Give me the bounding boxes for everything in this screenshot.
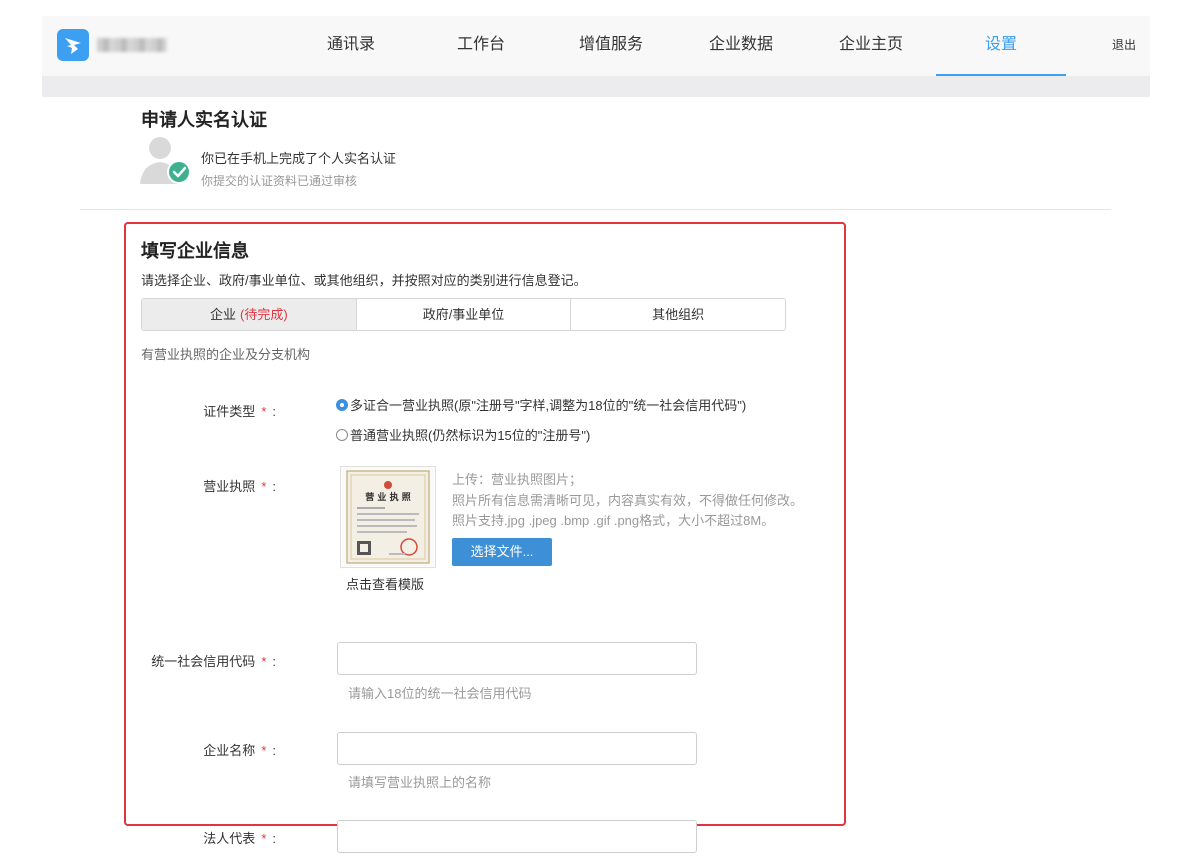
credit-code-label: 统一社会信用代码 *: (151, 654, 276, 669)
upload-instruction-1: 上传：营业执照图片； (452, 472, 583, 487)
credit-code-hint: 请输入18位的统一社会信用代码 (348, 686, 532, 701)
nav-enterprise-homepage[interactable]: 企业主页 (828, 16, 914, 74)
license-label: 营业执照 *: (203, 479, 276, 494)
cert-type-label: 证件类型 *: (203, 404, 276, 419)
radio-checked[interactable] (336, 398, 348, 411)
credit-code-input[interactable] (337, 642, 697, 675)
choose-file-button[interactable]: 选择文件... (452, 538, 552, 566)
nav-settings[interactable]: 设置 (936, 16, 1066, 76)
license-template-thumbnail[interactable]: 营 业 执 照 (340, 466, 436, 568)
tab-government[interactable]: 政府/事业单位 (356, 299, 572, 330)
radio-unchecked[interactable] (336, 428, 348, 441)
cert-type-option-multi[interactable]: 多证合一营业执照(原"注册号"字样,调整为18位的"统一社会信用代码") (336, 395, 746, 414)
logout-link[interactable]: 退出 (1112, 16, 1136, 74)
company-name-label: 企业名称 *: (203, 743, 276, 758)
section-divider (80, 209, 1111, 210)
nav-enterprise-data[interactable]: 企业数据 (698, 16, 784, 74)
company-name-hint: 请填写营业执照上的名称 (348, 775, 492, 790)
tab-enterprise[interactable]: 企业 (待完成) (142, 299, 357, 330)
nav-contacts[interactable]: 通讯录 (308, 16, 394, 74)
header-shadow-band (42, 76, 1150, 97)
legal-rep-label: 法人代表 *: (203, 831, 276, 846)
avatar (140, 134, 192, 186)
license-thumb-title: 营 业 执 照 (365, 491, 410, 503)
org-type-tabs: 企业 (待完成) 政府/事业单位 其他组织 (141, 298, 786, 331)
view-template-link[interactable]: 点击查看模版 (346, 574, 424, 593)
verified-user-icon (140, 137, 191, 184)
nav-workbench[interactable]: 工作台 (438, 16, 524, 74)
tab-enterprise-label: 企业 (209, 307, 236, 322)
required-mark: * (261, 404, 267, 419)
company-name-blurred (97, 38, 167, 52)
company-name-input[interactable] (337, 732, 697, 765)
applicant-section-title: 申请人实名认证 (141, 110, 267, 130)
license-document-icon: 营 业 执 照 (346, 470, 430, 564)
tab-other-org[interactable]: 其他组织 (571, 299, 785, 330)
enterprise-section-title: 填写企业信息 (141, 241, 249, 261)
nav-value-added-services[interactable]: 增值服务 (568, 16, 654, 74)
upload-instruction-2: 照片所有信息需清晰可见，内容真实有效，不得做任何修改。 (452, 493, 804, 508)
tab-pending-badge: (待完成) (240, 307, 288, 322)
top-navbar: 通讯录 工作台 增值服务 企业数据 企业主页 设置 退出 (42, 16, 1150, 76)
enterprise-description: 请选择企业、政府/事业单位、或其他组织，并按照对应的类别进行信息登记。 (141, 273, 587, 288)
tab-description: 有营业执照的企业及分支机构 (141, 347, 311, 362)
app-logo[interactable] (57, 29, 89, 61)
verified-status-text: 你已在手机上完成了个人实名认证 (201, 151, 397, 166)
dingtalk-logo-icon (65, 38, 81, 54)
verified-review-text: 你提交的认证资料已通过审核 (201, 174, 358, 188)
cert-type-option-ordinary[interactable]: 普通营业执照(仍然标识为15位的"注册号") (336, 425, 590, 444)
upload-instruction-3: 照片支持.jpg .jpeg .bmp .gif .png格式，大小不超过8M。 (452, 513, 775, 528)
legal-rep-input[interactable] (337, 820, 697, 853)
